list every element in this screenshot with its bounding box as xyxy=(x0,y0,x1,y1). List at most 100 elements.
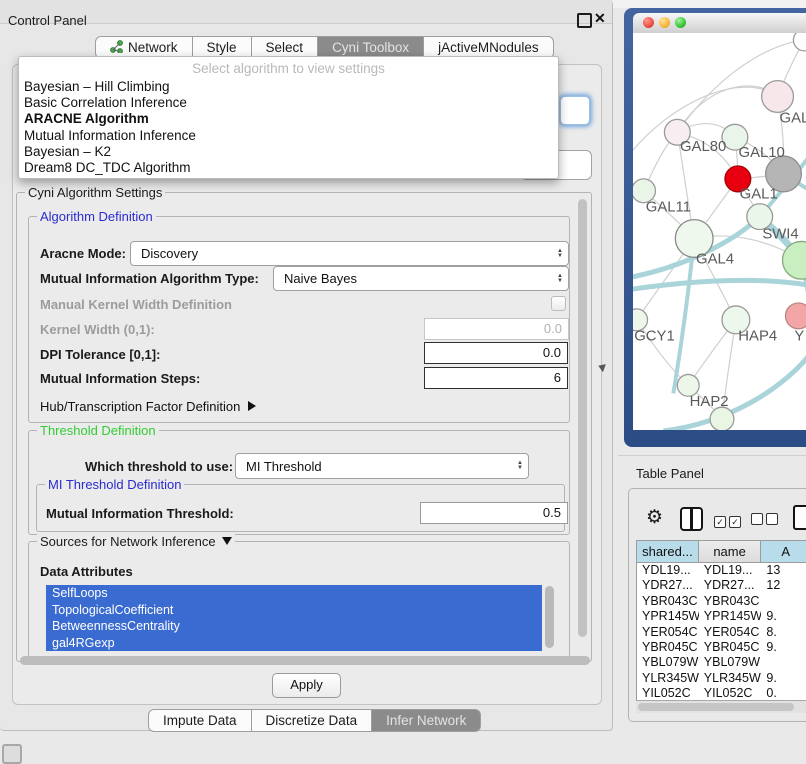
mi-algorithm-type-label: Mutual Information Algorithm Type: xyxy=(40,271,259,286)
table-column-header[interactable]: shared... xyxy=(637,541,699,563)
table-cell: YER054C xyxy=(637,625,699,640)
mi-steps-label: Mutual Information Steps: xyxy=(40,371,200,386)
network-node[interactable] xyxy=(710,407,734,430)
manual-kernel-width-label: Manual Kernel Width Definition xyxy=(40,297,232,312)
settings-scrollbar-thumb[interactable] xyxy=(578,199,587,637)
table-panel-title: Table Panel xyxy=(636,466,704,481)
mi-algorithm-type-combobox[interactable]: Naive Bayes ▲▼ xyxy=(273,266,569,291)
cyni-bottom-tabs: Impute Data Discretize Data Infer Networ… xyxy=(148,709,481,732)
network-node-label: GAL4 xyxy=(696,251,734,267)
table-row[interactable]: YDL19...YDL19...13 xyxy=(637,563,806,578)
network-node-label: GAL7 xyxy=(780,110,806,126)
node-table: shared...nameA YDL19...YDL19...13YDR27..… xyxy=(636,540,806,702)
table-cell: YBR045C xyxy=(637,640,699,655)
attribute-list-item[interactable]: gal4RGexp xyxy=(46,635,542,652)
algorithm-option[interactable]: ARACNE Algorithm xyxy=(19,111,558,127)
table-row[interactable]: YDR27...YDR27...12 xyxy=(637,578,806,593)
table-cell: YPR145W xyxy=(637,609,699,624)
network-node-label: GAL11 xyxy=(646,200,691,216)
settings-horizontal-scrollbar[interactable] xyxy=(20,656,590,665)
which-threshold-combobox[interactable]: MI Threshold ▲▼ xyxy=(235,453,529,479)
attribute-list-item[interactable]: TopologicalCoefficient xyxy=(46,602,542,619)
dpi-tolerance-field[interactable]: 0.0 xyxy=(424,342,568,364)
floating-panel-corner-icon[interactable] xyxy=(2,744,22,764)
mi-threshold-field[interactable]: 0.5 xyxy=(420,502,568,524)
algorithm-option[interactable]: Dream8 DC_TDC Algorithm xyxy=(19,160,558,176)
table-cell: YDR27... xyxy=(699,578,762,593)
table-cell: YDR27... xyxy=(637,578,699,593)
table-row[interactable]: YER054CYER054C8. xyxy=(637,625,806,640)
table-cell: YPR145W xyxy=(699,609,762,624)
algorithm-option[interactable]: Bayesian – K2 xyxy=(19,144,558,160)
mi-threshold-label: Mutual Information Threshold: xyxy=(46,506,234,521)
mi-threshold-group-title: MI Threshold Definition xyxy=(45,477,184,492)
network-node-y[interactable] xyxy=(786,303,806,329)
attribute-list-item[interactable]: BetweennessCentrality xyxy=(46,618,542,635)
aracne-mode-combobox[interactable]: Discovery ▲▼ xyxy=(130,241,569,266)
algorithm-option[interactable]: Mutual Information Inference xyxy=(19,128,558,144)
manual-kernel-width-checkbox[interactable] xyxy=(551,296,566,311)
attributes-list-scrollbar[interactable] xyxy=(544,585,556,653)
float-window-icon[interactable] xyxy=(577,13,592,28)
focused-algorithm-combobox-fragment[interactable] xyxy=(560,96,590,125)
hub-factor-section-toggle[interactable]: Hub/Transcription Factor Definition xyxy=(40,399,256,414)
table-row[interactable]: YLR345WYLR345W9. xyxy=(637,671,806,686)
table-cell xyxy=(761,655,806,670)
table-row[interactable]: YBL079WYBL079W xyxy=(637,655,806,670)
attribute-list-item[interactable]: SelfLoops xyxy=(46,585,542,602)
table-hscroll-thumb[interactable] xyxy=(638,703,794,711)
table-column-header[interactable]: name xyxy=(699,541,762,563)
table-row[interactable]: YBR045CYBR045C9. xyxy=(637,640,806,655)
apply-button[interactable]: Apply xyxy=(272,673,341,698)
algorithm-option[interactable]: Bayesian – Hill Climbing xyxy=(19,79,558,95)
combo-arrows-icon: ▲▼ xyxy=(552,274,568,284)
tab-network-label: Network xyxy=(128,40,178,55)
network-node-label: GAL10 xyxy=(739,145,785,161)
mi-steps-field[interactable]: 6 xyxy=(424,367,568,389)
algorithm-dropdown-list: Bayesian – Hill ClimbingBasic Correlatio… xyxy=(19,79,558,176)
algorithm-option[interactable]: Basic Correlation Inference xyxy=(19,95,558,111)
close-traffic-light-icon[interactable] xyxy=(643,17,654,28)
split-columns-icon[interactable] xyxy=(680,507,703,531)
kernel-width-field[interactable]: 0.0 xyxy=(424,318,569,340)
panel-divider xyxy=(618,455,806,456)
zoom-traffic-light-icon[interactable] xyxy=(675,17,686,28)
desktop: { "control_panel": { "title": "Control P… xyxy=(0,0,806,762)
new-table-icon[interactable] xyxy=(793,505,806,530)
tab-discretize-data[interactable]: Discretize Data xyxy=(252,709,373,732)
dropdown-prompt: Select algorithm to view settings xyxy=(19,60,558,79)
select-all-columns-icon[interactable]: ✓✓ xyxy=(714,512,741,530)
aracne-mode-label: Aracne Mode: xyxy=(40,246,126,261)
minimize-traffic-light-icon[interactable] xyxy=(659,17,670,28)
table-body: YDL19...YDL19...13YDR27...YDR27...12YBR0… xyxy=(637,563,806,702)
network-node-gcy1[interactable] xyxy=(633,309,648,331)
tab-impute-data[interactable]: Impute Data xyxy=(148,709,252,732)
table-horizontal-scrollbar[interactable] xyxy=(636,700,806,713)
table-cell xyxy=(761,594,806,609)
table-cell: 12 xyxy=(761,578,806,593)
tab-infer-network[interactable]: Infer Network xyxy=(372,709,481,732)
network-window-titlebar[interactable] xyxy=(633,13,806,34)
deselect-all-columns-icon[interactable] xyxy=(751,512,778,530)
network-node-gal7[interactable] xyxy=(762,81,794,113)
attributes-scrollbar-thumb[interactable] xyxy=(545,586,554,648)
settings-vertical-scrollbar[interactable] xyxy=(577,196,589,656)
table-cell: 8. xyxy=(761,625,806,640)
sources-group-title[interactable]: Sources for Network Inference xyxy=(37,534,235,549)
collapse-down-icon xyxy=(222,537,232,545)
table-cell: YBR043C xyxy=(699,594,762,609)
network-node-label: Y xyxy=(794,329,804,345)
network-node-hap2[interactable] xyxy=(677,374,699,396)
control-panel-title: Control Panel xyxy=(8,13,87,28)
network-node-label: HAP2 xyxy=(690,394,729,410)
control-panel-titlebar[interactable] xyxy=(0,0,612,24)
table-row[interactable]: YBR043CYBR043C xyxy=(637,594,806,609)
network-canvas[interactable]: GAL7GAL80GAL10GAL1GAL11SWI4GAL4GCY1HAP4Y… xyxy=(633,33,806,430)
network-node[interactable] xyxy=(793,33,806,51)
table-row[interactable]: YPR145WYPR145W9. xyxy=(637,609,806,624)
table-header-row: shared...nameA xyxy=(637,541,806,563)
table-column-header[interactable]: A xyxy=(761,541,806,563)
gear-icon[interactable]: ⚙ xyxy=(646,506,663,529)
table-cell: YBR043C xyxy=(637,594,699,609)
close-icon[interactable]: ✕ xyxy=(594,10,606,27)
